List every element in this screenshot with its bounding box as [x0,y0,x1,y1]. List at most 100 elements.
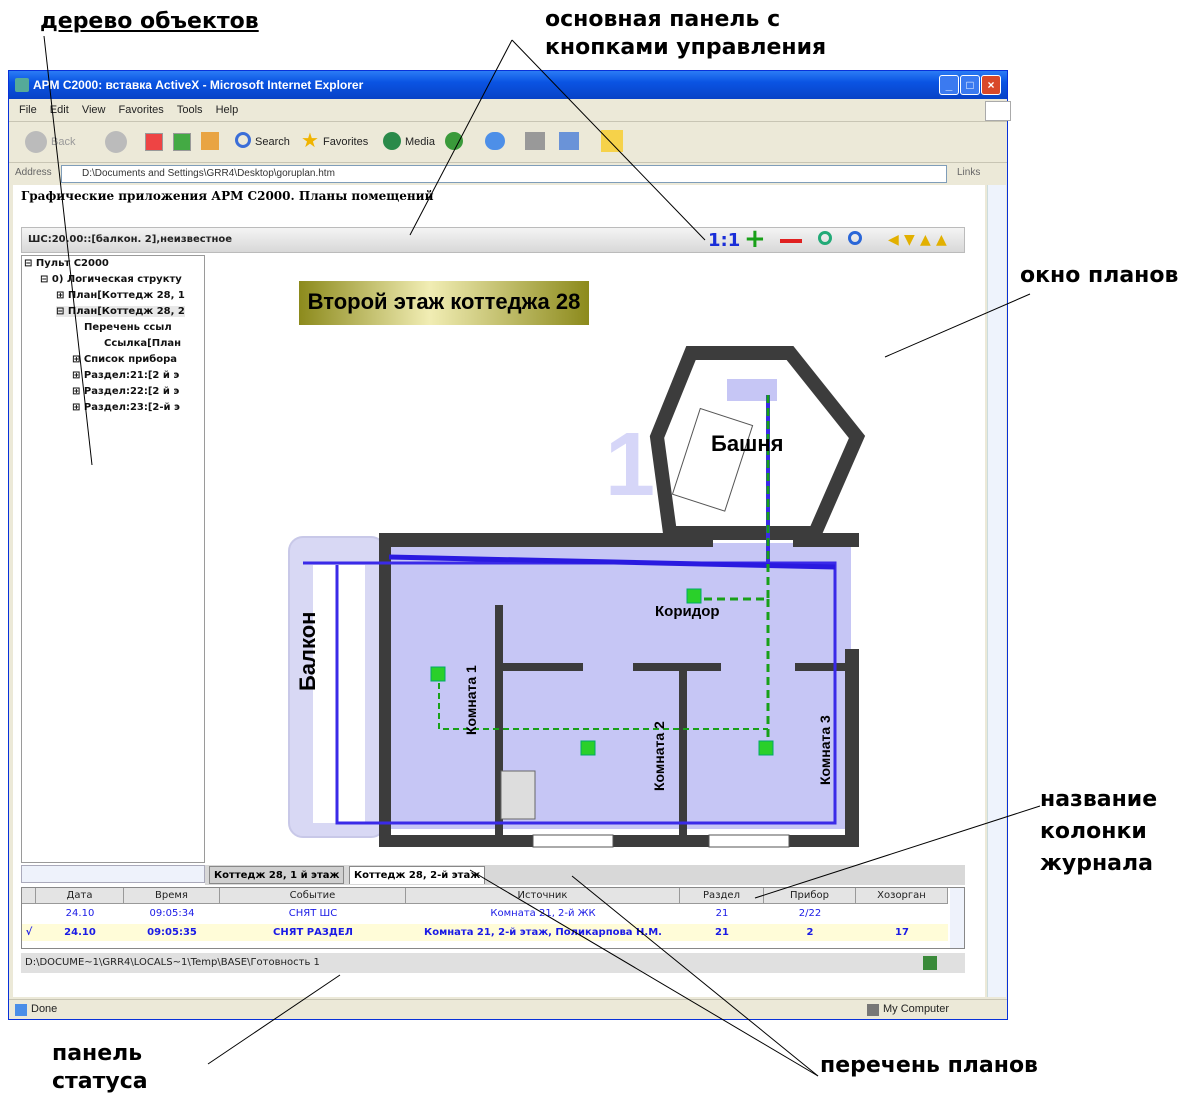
journal-cell: 2 [764,924,856,941]
edit-icon[interactable] [559,132,579,150]
object-tree[interactable]: ⊟ Пульт С2000 ⊟ 0) Логическая структу ⊞ … [21,255,205,863]
tree-node-devices[interactable]: ⊞ Список прибора [72,354,177,365]
links-label[interactable]: Links [957,167,980,178]
page-vertical-scrollbar[interactable] [987,185,1006,997]
journal-header-time[interactable]: Время [124,888,220,904]
stop-icon[interactable] [145,133,163,151]
tab-floor-2[interactable]: Коттедж 28, 2-й этаж [349,866,486,884]
back-icon[interactable] [25,131,47,153]
journal-cell: СНЯТ РАЗДЕЛ [220,924,406,941]
room-label-room2: Комната 2 [651,721,667,791]
callout-column-name-1: название [1040,787,1158,812]
tree-node-links-list[interactable]: Перечень ссыл [84,322,172,333]
history-icon[interactable] [445,132,463,150]
mail-icon[interactable] [485,132,505,150]
tree-horizontal-scrollbar[interactable] [21,865,205,883]
minimize-button[interactable]: _ [939,75,959,95]
floor-plan: 1 [288,346,866,848]
journal-header-owner[interactable]: Хозорган [856,888,948,904]
navigate-up-icon[interactable]: ▲ [920,232,931,248]
journal-cell: 17 [856,924,948,941]
address-value: D:\Documents and Settings\GRR4\Desktop\g… [82,168,335,179]
journal-header-source[interactable]: Источник [406,888,680,904]
stove [500,770,536,820]
print-icon[interactable] [525,132,545,150]
event-journal: Дата Время Событие Источник Раздел Прибо… [21,887,965,949]
sensor-room1 [430,666,446,682]
add-icon[interactable]: + [744,224,766,254]
corridor-wall-2 [633,663,721,671]
favorites-button-label[interactable]: Favorites [323,132,368,152]
menu-edit[interactable]: Edit [50,99,69,121]
journal-header-marker [22,888,36,904]
tree-node-logical[interactable]: ⊟ 0) Логическая структу [40,274,182,285]
left-wall [379,533,391,845]
menu-help[interactable]: Help [216,99,239,121]
journal-cell: Комната 21, 2-й ЖК [490,908,596,919]
tree-node-panel[interactable]: ⊟ Пульт С2000 [24,258,109,269]
journal-header-section[interactable]: Раздел [680,888,764,904]
journal-cell [856,905,948,922]
search-button-label[interactable]: Search [255,132,290,152]
status-path: D:\DOCUME~1\GRR4\LOCALS~1\Temp\BASE\Гото… [25,957,320,968]
zoom-one-to-one-button[interactable]: 1:1 [708,230,740,251]
refresh-icon[interactable] [173,133,191,151]
callout-column-name-2: колонки [1040,819,1147,844]
page-content: Графические приложения АРМ С2000. Планы … [13,185,985,997]
menu-tools[interactable]: Tools [177,99,203,121]
media-icon[interactable] [383,132,401,150]
close-button[interactable]: × [981,75,1001,95]
favorites-icon[interactable]: ★ [301,128,319,153]
window-title: АРМ С2000: вставка ActiveX - Microsoft I… [33,78,364,92]
zoom-in-icon[interactable] [818,231,832,245]
media-button-label[interactable]: Media [405,132,435,152]
journal-scrollbar[interactable] [950,888,964,948]
tree-node-section-23[interactable]: ⊞ Раздел:23:[2-й э [72,402,180,413]
messenger-icon[interactable] [601,130,623,152]
journal-header-event[interactable]: Событие [220,888,406,904]
tab-floor-1[interactable]: Коттедж 28, 1 й этаж [209,866,345,884]
journal-header-date[interactable]: Дата [36,888,124,904]
main-control-panel: ШС:20.00::[балкон. 2],неизвестное 1:1 + … [21,224,965,254]
back-button-label[interactable]: Back [51,132,75,152]
windows-logo-icon [985,101,1011,121]
journal-cell: 21 [715,908,729,919]
balcony-inner [313,565,365,823]
callout-object-tree: дерево объектов [40,9,259,34]
journal-cell: 21 [680,924,764,941]
tree-node-section-22[interactable]: ⊞ Раздел:22:[2 й э [72,386,179,397]
corridor-wall-1 [503,663,583,671]
menu-file[interactable]: File [19,99,37,121]
tree-node-plan-1[interactable]: ⊞ План[Коттедж 28, 1 [56,290,185,301]
search-icon[interactable] [235,132,251,148]
journal-header-device[interactable]: Прибор [764,888,856,904]
room2-wall [679,671,687,835]
plans-window[interactable]: Второй этаж коттеджа 28 1 Башня Коридор … [205,255,965,863]
menu-view[interactable]: View [82,99,106,121]
room-label-room1: Комната 1 [463,665,479,735]
navigate-left-icon[interactable]: ◀ [888,232,899,248]
tree-node-link[interactable]: Ссылка[План [104,338,181,349]
remove-icon[interactable] [780,239,802,243]
corridor-wall-3 [795,663,845,671]
navigate-down-icon[interactable]: ▼ [904,232,915,248]
maximize-button[interactable]: □ [960,75,980,95]
address-input[interactable]: D:\Documents and Settings\GRR4\Desktop\g… [61,165,947,183]
journal-cell: 2/22 [798,908,822,919]
tree-node-section-21[interactable]: ⊞ Раздел:21:[2 й э [72,370,179,381]
navigate-right-icon[interactable]: ▲ [936,232,947,248]
menu-favorites[interactable]: Favorites [119,99,164,121]
sensor-corridor [686,588,702,604]
right-wall [845,649,859,845]
zoom-out-icon[interactable] [848,231,862,245]
network-icon [923,956,937,970]
forward-icon[interactable] [105,131,127,153]
status-zone: My Computer [883,1003,950,1015]
row-check-icon: √ [22,924,36,941]
browser-status-bar: Done My Computer [9,999,1007,1020]
address-bar: Address D:\Documents and Settings\GRR4\D… [9,163,1007,185]
callout-column-name-3: журнала [1040,851,1153,876]
home-icon[interactable] [201,132,219,150]
room-label-corridor: Коридор [655,603,720,620]
tree-node-plan-2[interactable]: ⊟ План[Коттедж 28, 2 [56,306,185,317]
